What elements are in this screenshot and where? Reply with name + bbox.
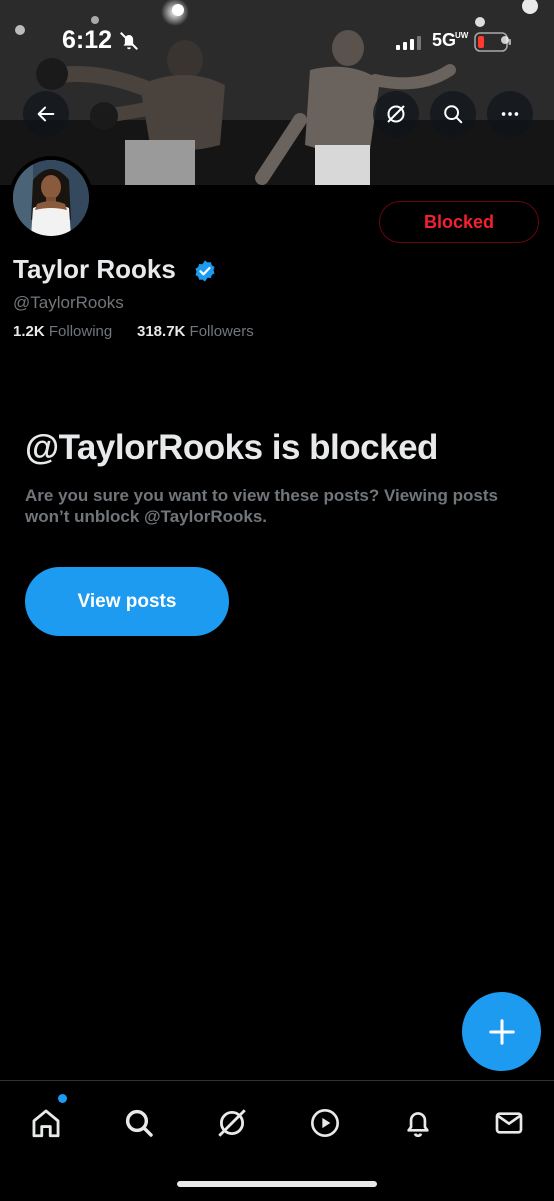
notifications-icon	[407, 1112, 429, 1138]
status-bar: 6:12 5G UW	[0, 0, 554, 80]
tab-search[interactable]	[117, 1101, 161, 1145]
grok-icon	[218, 1109, 246, 1137]
battery-icon	[474, 32, 511, 52]
followers-link[interactable]: 318.7K Followers	[137, 323, 254, 340]
profile-name: Taylor Rooks	[13, 254, 176, 284]
avatar-image	[13, 160, 89, 236]
plus-icon	[488, 1018, 515, 1045]
avatar[interactable]	[9, 156, 93, 240]
tab-video[interactable]	[303, 1101, 347, 1145]
cellular-signal-icon	[396, 36, 421, 50]
view-posts-button[interactable]: View posts	[25, 567, 229, 636]
back-button[interactable]	[23, 91, 69, 137]
followers-label: Followers	[189, 323, 254, 340]
tab-home[interactable]	[24, 1101, 68, 1145]
search-icon	[444, 105, 463, 124]
home-notification-dot	[58, 1094, 67, 1103]
network-type: 5G	[432, 30, 457, 50]
grok-icon	[387, 105, 405, 123]
status-time: 6:12	[62, 26, 113, 54]
following-label: Following	[48, 323, 113, 340]
home-icon	[32, 1109, 60, 1138]
more-button[interactable]	[487, 91, 533, 137]
silent-mode-icon	[120, 32, 138, 50]
blocked-button[interactable]: Blocked	[379, 201, 539, 243]
followers-count: 318.7K	[137, 323, 186, 340]
home-indicator[interactable]	[177, 1181, 377, 1187]
compose-post-button[interactable]	[462, 992, 541, 1071]
messages-icon	[495, 1112, 523, 1134]
avatar-photo	[13, 160, 89, 236]
search-icon	[125, 1109, 153, 1137]
following-count: 1.2K	[13, 323, 45, 340]
search-button[interactable]	[430, 91, 476, 137]
tab-notifications[interactable]	[396, 1101, 440, 1145]
more-icon	[501, 112, 519, 116]
grok-button[interactable]	[373, 91, 419, 137]
video-icon	[311, 1109, 339, 1137]
profile-handle: @TaylorRooks	[13, 293, 124, 312]
following-link[interactable]: 1.2K Following	[13, 323, 112, 340]
back-arrow-icon	[37, 106, 55, 122]
tab-grok[interactable]	[210, 1101, 254, 1145]
verified-badge-icon[interactable]	[193, 259, 217, 283]
tab-messages[interactable]	[487, 1101, 531, 1145]
blocked-message: Are you sure you want to view these post…	[25, 486, 498, 526]
blocked-title: @TaylorRooks is blocked	[25, 428, 438, 467]
network-sub-label: UW	[455, 31, 469, 40]
